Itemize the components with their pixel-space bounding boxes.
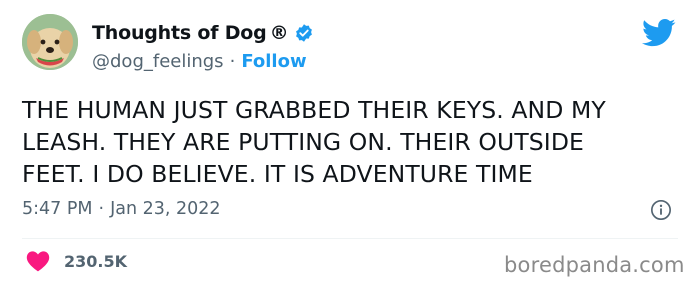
tweet-date[interactable]: Jan 23, 2022 — [110, 199, 220, 219]
handle[interactable]: @dog_feelings — [92, 51, 224, 72]
meta-separator: · — [98, 199, 105, 219]
tweet-meta: 5:47 PM · Jan 23, 2022 — [22, 199, 221, 219]
handle-row: @dog_feelings · Follow — [92, 48, 314, 74]
like-count: 230.5K — [64, 251, 128, 271]
info-icon[interactable] — [650, 199, 672, 221]
display-name[interactable]: Thoughts of Dog — [92, 22, 267, 44]
watermark: boredpanda.com — [504, 253, 685, 277]
registered-mark: ® — [269, 22, 289, 44]
author-block: Thoughts of Dog ® @dog_feelings · Follow — [92, 20, 314, 74]
tweet-time[interactable]: 5:47 PM — [22, 199, 93, 219]
twitter-bird-icon[interactable] — [642, 18, 676, 48]
tweet-text: THE HUMAN JUST GRABBED THEIR KEYS. AND M… — [22, 96, 606, 188]
like-button[interactable]: 230.5K — [26, 250, 127, 272]
name-row: Thoughts of Dog ® — [92, 20, 314, 46]
heart-icon[interactable] — [26, 250, 50, 272]
dog-avatar-image — [22, 14, 78, 70]
follow-button[interactable]: Follow — [241, 51, 306, 72]
divider — [22, 238, 678, 239]
verified-badge-icon — [294, 23, 314, 43]
avatar[interactable] — [22, 14, 78, 70]
separator-dot: · — [229, 50, 236, 72]
